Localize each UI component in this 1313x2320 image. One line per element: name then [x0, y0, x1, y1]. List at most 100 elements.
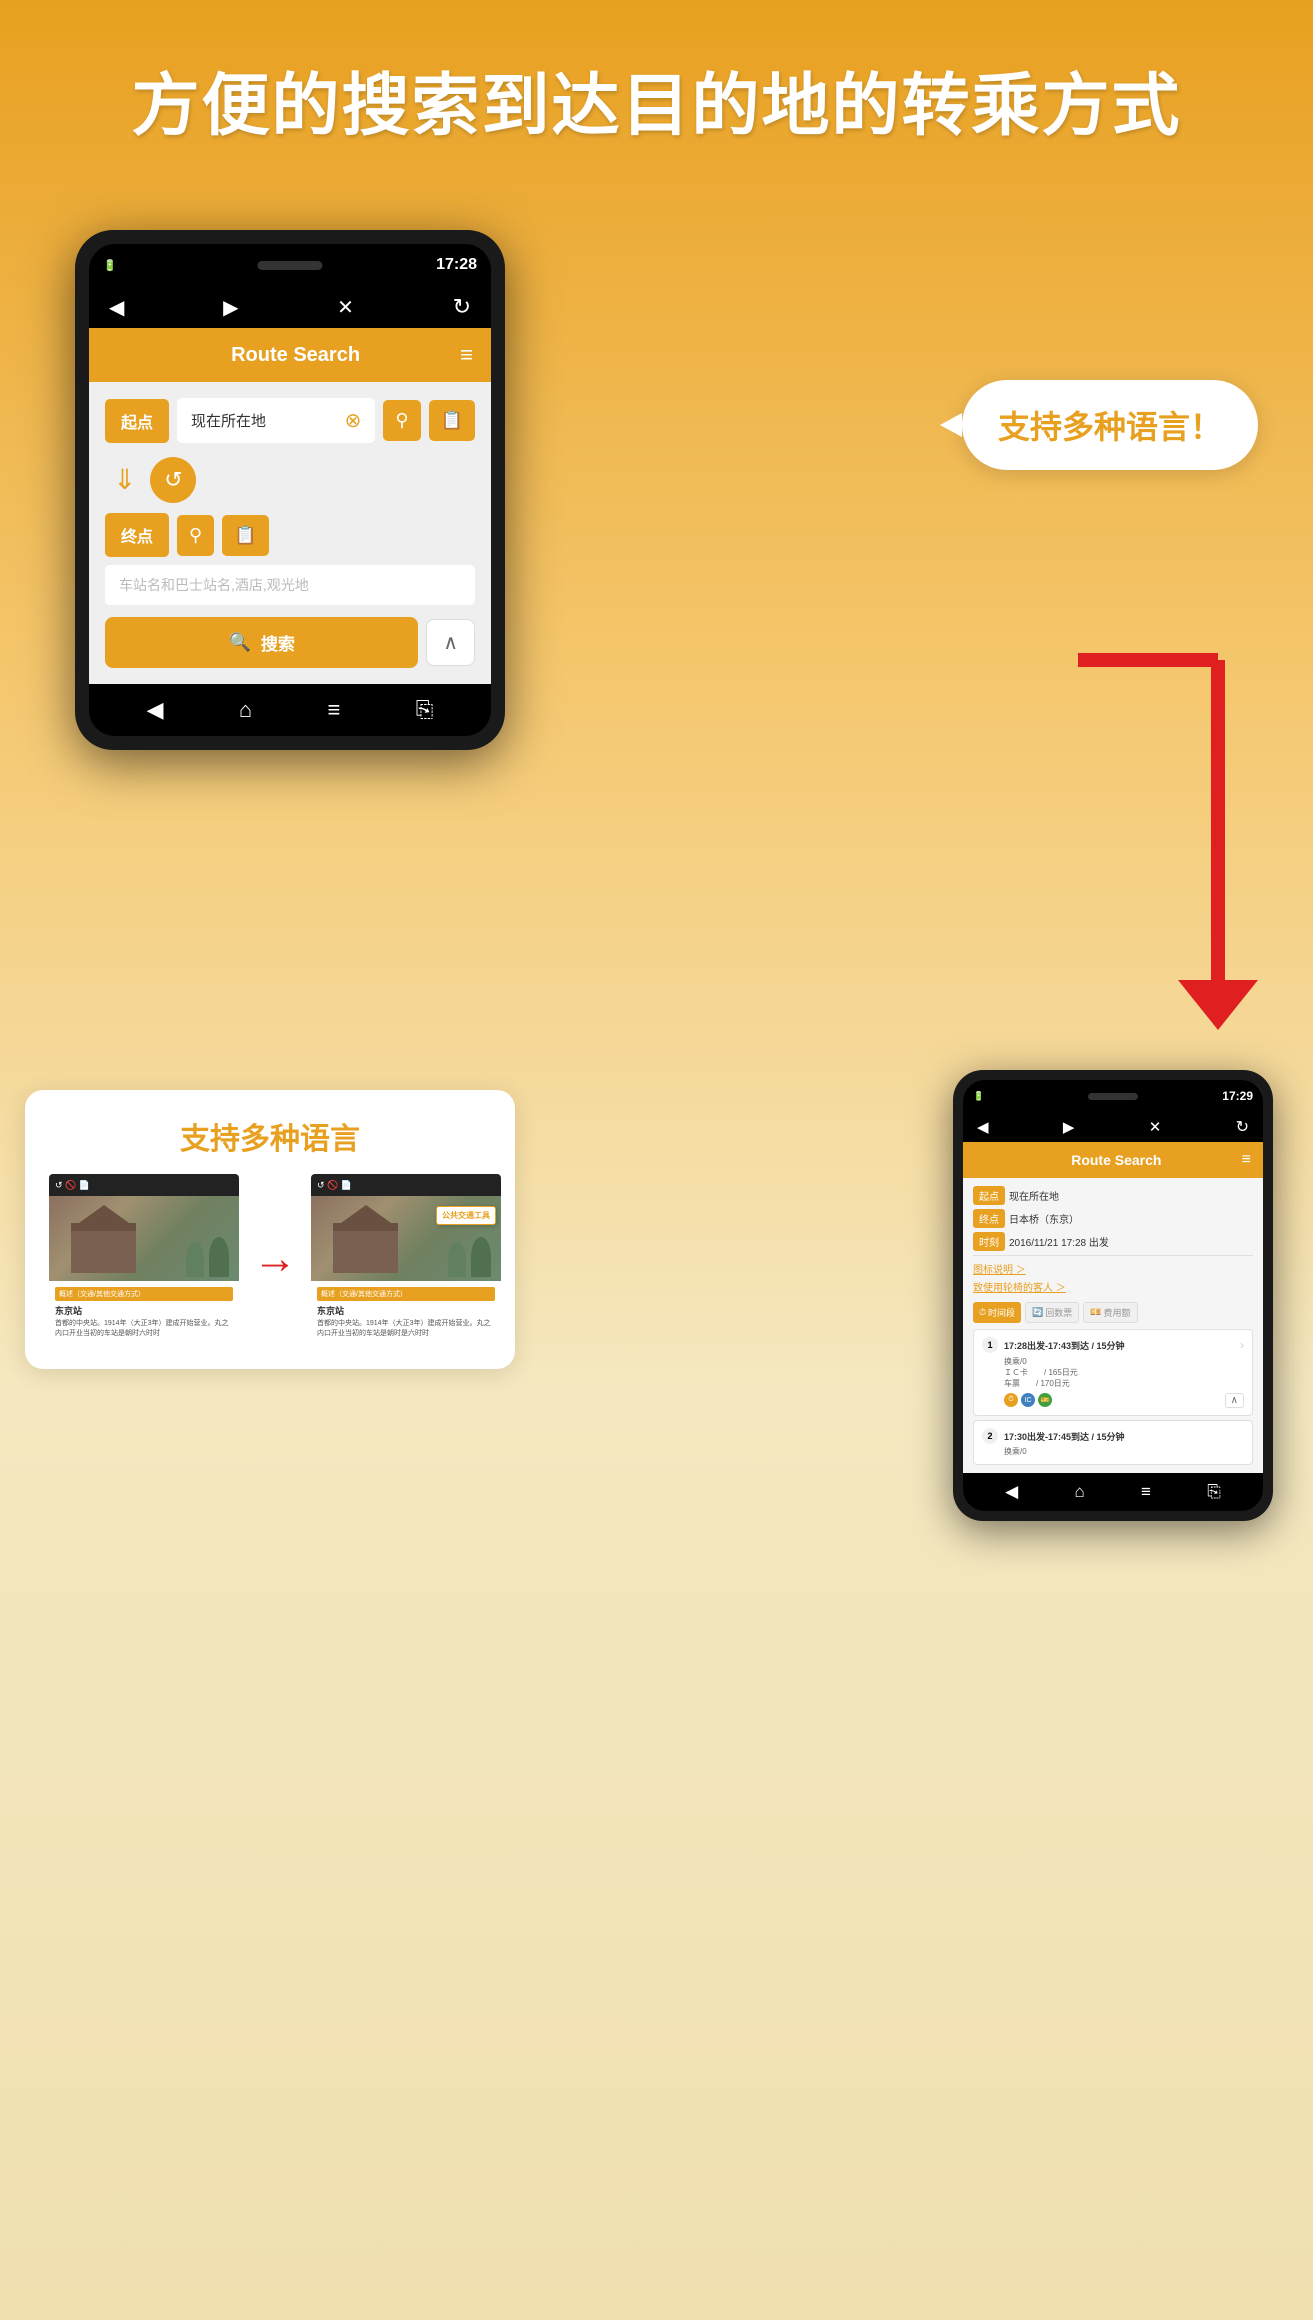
result-icon-ticket: 🎫 [1038, 1393, 1052, 1407]
result-1[interactable]: 1 17:28出发-17:43到达 / 15分钟 › 换乘/0 ＩＣ卡 / 16… [973, 1329, 1253, 1416]
menu-icon-large[interactable]: ≡ [460, 342, 473, 368]
small-battery-icon: 🔋 [973, 1091, 984, 1102]
search-row: 🔍 搜索 ∧ [105, 617, 475, 668]
phone-nav-controls[interactable]: ◀ ▶ ✕ ↻ [89, 286, 491, 328]
small-start-row: 起点 现在所在地 [973, 1186, 1253, 1205]
result-1-time: 17:28出发-17:43到达 / 15分钟 [1004, 1339, 1125, 1352]
result-1-ticket: 车票 / 170日元 [1004, 1378, 1244, 1389]
red-arrow [1078, 620, 1258, 1020]
bottom-home-icon[interactable]: ⌂ [239, 697, 252, 723]
after-text: 概述（交通/其他交通方式） 东京站 首都的中央站。1914年（大正3年）建成开始… [311, 1281, 501, 1345]
swap-area: ⇓ ↺ [105, 451, 475, 513]
small-route-form: 起点 现在所在地 终点 日本桥（东京） 时刻 2016/11/21 17:28 … [963, 1178, 1263, 1473]
nav-back-icon[interactable]: ◀ [109, 295, 124, 320]
result-2-header: 2 17:30出发-17:45到达 / 15分钟 [982, 1428, 1244, 1444]
swap-btn[interactable]: ↺ [150, 457, 196, 503]
start-bookmark-btn[interactable]: 📋 [429, 400, 475, 441]
end-placeholder: 车站名和巴士站名,酒店,观光地 [119, 577, 309, 593]
start-row: 起点 现在所在地 ⊗ ⚲ 📋 [105, 398, 475, 443]
end-label-btn[interactable]: 终点 [105, 513, 169, 557]
tab-time-icon: ⏱ [979, 1307, 986, 1318]
nav-close-icon[interactable]: ✕ [337, 295, 354, 320]
result-icon-ic: IC [1021, 1393, 1035, 1407]
tab-cost[interactable]: 💴 费用额 [1083, 1302, 1137, 1323]
before-desc: 首都的中央站。1914年（大正3年）建成开始营业。丸之内口开业当初的车站是朝时六… [55, 1319, 233, 1339]
clear-start-icon[interactable]: ⊗ [345, 408, 362, 433]
result-2[interactable]: 2 17:30出发-17:45到达 / 15分钟 换乘/0 [973, 1420, 1253, 1465]
start-pin-btn[interactable]: ⚲ [383, 400, 420, 441]
small-phone-screen: Route Search ≡ 起点 现在所在地 终点 日本桥（东京） 时刻 20… [963, 1142, 1263, 1473]
small-nav-close[interactable]: ✕ [1149, 1118, 1162, 1136]
bottom-menu-icon[interactable]: ≡ [328, 697, 341, 723]
small-link-row2[interactable]: 致使用轮椅的客人 ＞ [973, 1278, 1253, 1296]
page-title: 方便的搜索到达目的地的转乘方式 [40, 50, 1273, 149]
phone-battery-icon: 🔋 [103, 259, 117, 272]
result-1-details: 换乘/0 ＩＣ卡 / 165日元 车票 / 170日元 [1004, 1356, 1244, 1389]
small-nav-refresh[interactable]: ↻ [1236, 1117, 1249, 1137]
down-arrows-icon: ⇓ [113, 466, 136, 494]
small-start-label: 起点 [973, 1186, 1005, 1205]
speech-bubble: 支持多种语言！ [962, 380, 1258, 470]
end-pin-btn[interactable]: ⚲ [177, 515, 214, 556]
bottom-back-icon[interactable]: ◀ [147, 697, 164, 723]
card-content: ↺ 🚫 📄 概述（交通/其他交通方式） 东京站 首都的中央站。1914年（大正3… [49, 1174, 491, 1345]
after-station-name: 东京站 [317, 1304, 495, 1317]
small-app-header: Route Search ≡ [963, 1142, 1263, 1178]
small-time-row: 时刻 2016/11/21 17:28 出发 [973, 1232, 1253, 1251]
small-start-value: 现在所在地 [1009, 1188, 1059, 1203]
card-title: 支持多种语言 [49, 1114, 491, 1158]
small-link-row1[interactable]: 图标说明 ＞ [973, 1260, 1253, 1278]
large-phone-device: 🔋 17:28 ◀ ▶ ✕ ↻ Route Search ≡ 起点 [75, 230, 505, 750]
tab-count-icon: 🔄 [1032, 1307, 1043, 1318]
small-phone-container: 🔋 17:29 ◀ ▶ ✕ ↻ Route Search ≡ 起点 现在所在地 [953, 1070, 1273, 1521]
scroll-up-btn[interactable]: ∧ [426, 619, 475, 666]
route-form-large: 起点 现在所在地 ⊗ ⚲ 📋 ⇓ ↺ 终点 ⚲ 📋 [89, 382, 491, 684]
before-img [49, 1196, 239, 1281]
after-screen: ↺ 🚫 📄 公共交通工具 概述（交通/其他交通方式） 东京站 首都的中央站。19… [311, 1174, 501, 1345]
search-icon: 🔍 [228, 632, 250, 653]
result-1-icons: ⏱ IC 🎫 ∧ [1004, 1393, 1244, 1408]
search-btn-label: 搜索 [261, 630, 295, 655]
tab-count[interactable]: 🔄 回数票 [1025, 1302, 1079, 1323]
nav-refresh-icon[interactable]: ↻ [453, 294, 471, 320]
search-btn[interactable]: 🔍 搜索 [105, 617, 418, 668]
small-menu-icon[interactable]: ≡ [1242, 1151, 1251, 1169]
small-tabs: ⏱ 时间段 🔄 回数票 💴 费用额 [973, 1302, 1253, 1323]
start-input[interactable]: 现在所在地 ⊗ [177, 398, 375, 443]
small-nav-controls[interactable]: ◀ ▶ ✕ ↻ [963, 1112, 1263, 1142]
bottom-share-icon[interactable]: ⎘ [416, 697, 434, 723]
nav-forward-icon[interactable]: ▶ [223, 295, 238, 320]
small-end-label: 终点 [973, 1209, 1005, 1228]
small-nav-forward[interactable]: ▶ [1063, 1118, 1075, 1136]
result-2-number: 2 [982, 1428, 998, 1444]
tab-time[interactable]: ⏱ 时间段 [973, 1302, 1021, 1323]
small-bottom-home[interactable]: ⌂ [1074, 1482, 1084, 1502]
small-nav-back[interactable]: ◀ [977, 1118, 989, 1136]
result-1-ic: ＩＣ卡 / 165日元 [1004, 1367, 1244, 1378]
after-desc: 首都的中央站。1914年（大正3年）建成开始营业。丸之内口开业当初的车站是朝时是… [317, 1319, 495, 1339]
small-bottom-back[interactable]: ◀ [1005, 1482, 1018, 1502]
small-bottom-share[interactable]: ⎘ [1207, 1482, 1221, 1502]
small-phone-device: 🔋 17:29 ◀ ▶ ✕ ↻ Route Search ≡ 起点 现在所在地 [953, 1070, 1273, 1521]
before-topbar-icons: ↺ 🚫 📄 [55, 1180, 90, 1191]
phone-speaker [258, 261, 323, 270]
small-time-label: 时刻 [973, 1232, 1005, 1251]
after-img: 公共交通工具 [311, 1196, 501, 1281]
phone-time-large: 17:28 [436, 256, 477, 274]
start-label-btn[interactable]: 起点 [105, 399, 169, 443]
small-time-value: 2016/11/21 17:28 出发 [1009, 1234, 1109, 1249]
before-label-bar: 概述（交通/其他交通方式） [55, 1287, 233, 1301]
small-first-use-link[interactable]: 致使用轮椅的客人 ＞ [973, 1283, 1066, 1294]
phone-screen-large: Route Search ≡ 起点 现在所在地 ⊗ ⚲ 📋 ⇓ [89, 328, 491, 684]
end-input[interactable]: 车站名和巴士站名,酒店,观光地 [105, 565, 475, 605]
after-screen-topbar: ↺ 🚫 📄 [311, 1174, 501, 1196]
end-bookmark-btn[interactable]: 📋 [222, 515, 268, 556]
card-arrow: → [253, 1234, 297, 1284]
small-icon-legend-link[interactable]: 图标说明 ＞ [973, 1265, 1026, 1276]
up-arrow-btn-small[interactable]: ∧ [1225, 1393, 1244, 1408]
small-divider [973, 1255, 1253, 1256]
bubble-text: 支持多种语言！ [998, 409, 1222, 445]
phone-top-bar: 🔋 17:28 [89, 244, 491, 286]
small-bottom-menu[interactable]: ≡ [1141, 1482, 1151, 1502]
small-phone-time: 17:29 [1222, 1089, 1253, 1103]
